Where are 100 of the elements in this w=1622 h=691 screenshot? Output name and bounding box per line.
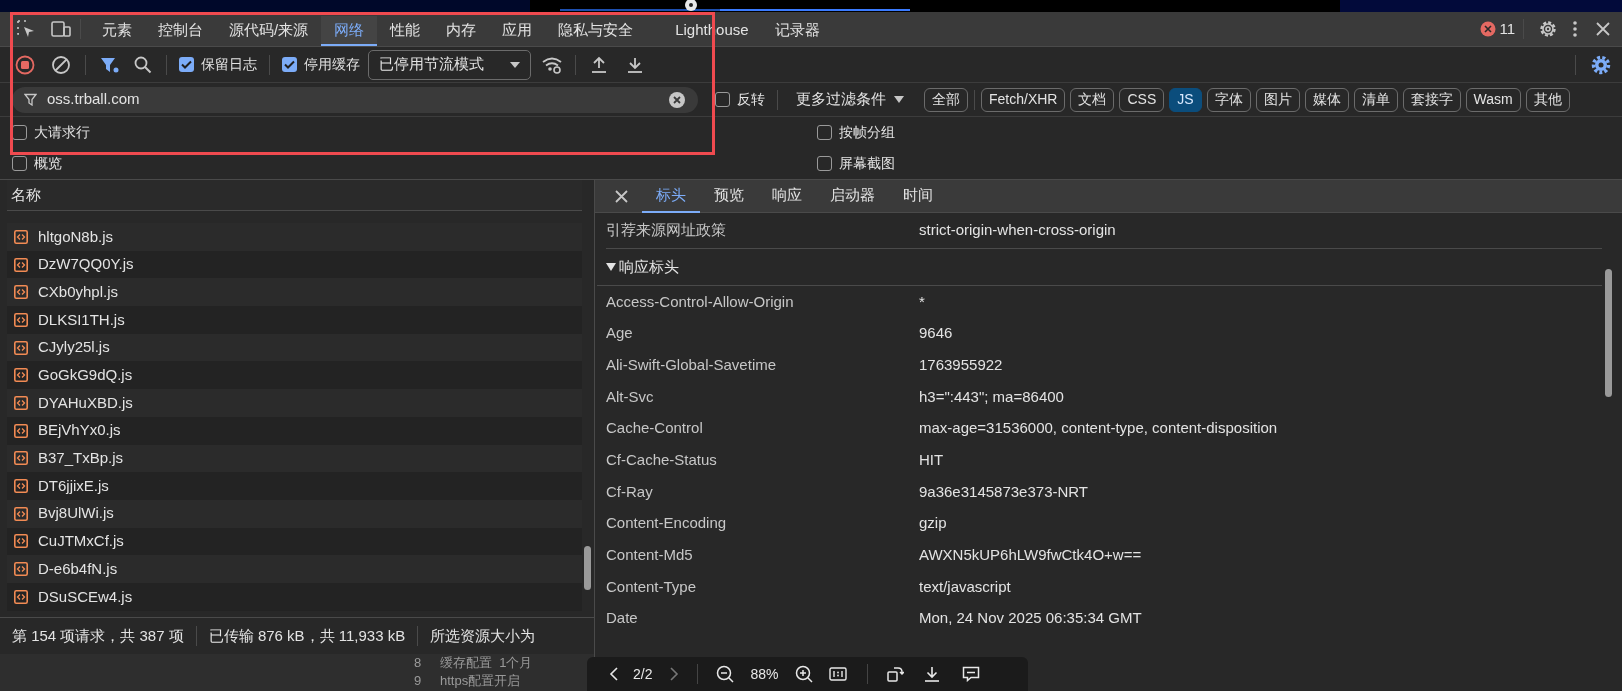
tab[interactable]: 隐私与安全 [545, 16, 647, 46]
code-line: https配置开启 [440, 672, 521, 691]
script-file-icon [14, 506, 28, 521]
script-file-icon [14, 423, 28, 438]
checkbox[interactable]: 屏幕截图 [817, 153, 895, 174]
filter-field[interactable]: oss.trball.com [12, 86, 698, 113]
code-line: 缓存配置 1个月 [440, 654, 533, 673]
scrollbar-thumb[interactable] [584, 546, 591, 590]
request-row[interactable]: DLKSI1TH.js [7, 306, 582, 334]
checkbox[interactable]: 保留日志 [179, 54, 257, 75]
tab[interactable]: 源代码/来源 [216, 16, 322, 46]
settings-icon[interactable] [1538, 19, 1558, 39]
request-row[interactable]: GoGkG9dQ.js [7, 361, 582, 390]
tab[interactable]: 应用 [489, 16, 546, 46]
filter-chip[interactable]: JS [1169, 87, 1202, 112]
next-icon[interactable] [670, 667, 680, 681]
settings-icon[interactable] [1590, 53, 1612, 76]
download-icon[interactable] [626, 55, 644, 74]
filter-icon[interactable] [100, 55, 120, 74]
zoom-in-icon[interactable] [794, 665, 813, 683]
close-icon[interactable] [1596, 22, 1610, 36]
page-counter: 2/2 [633, 664, 653, 684]
tab[interactable]: 预览 [700, 179, 758, 213]
zoom-level: 88% [750, 664, 779, 684]
filter-chip[interactable]: 清单 [1353, 87, 1398, 112]
script-file-icon [14, 257, 28, 272]
filter-chip[interactable]: 其他 [1525, 87, 1570, 112]
header-value: AWXN5kUP6hLW9fwCtk4O+w== [919, 545, 1142, 566]
checkbox[interactable]: 按帧分组 [817, 122, 895, 143]
header-name: Content-Md5 [606, 545, 694, 566]
tab[interactable]: 记录器 [761, 16, 833, 46]
checkbox[interactable]: 停用缓存 [282, 54, 360, 75]
more-filters-dropdown[interactable]: 更多过滤条件 [796, 88, 904, 111]
error-count-badge[interactable]: 11 [1480, 17, 1515, 41]
scrollbar-thumb[interactable] [1605, 269, 1612, 397]
column-header[interactable]: 名称 [11, 183, 41, 207]
previous-icon[interactable] [609, 667, 618, 681]
header-value: strict-origin-when-cross-origin [919, 220, 1116, 241]
header-value: h3=":443"; ma=86400 [919, 386, 1064, 407]
tab[interactable]: 元素 [89, 16, 145, 46]
close-icon[interactable] [615, 189, 628, 203]
tab[interactable]: 性能 [377, 16, 434, 46]
status-text: 已传输 876 kB，共 11,933 kB [208, 625, 406, 646]
script-file-icon [14, 534, 28, 549]
expanded-triangle-icon [606, 263, 616, 271]
filter-chip[interactable]: 图片 [1255, 87, 1300, 112]
filter-chip[interactable]: Fetch/XHR [981, 87, 1066, 112]
filter-chip[interactable]: 字体 [1206, 87, 1251, 112]
header-value: 9646 [919, 323, 953, 344]
filter-chip[interactable]: Wasm [1465, 87, 1521, 112]
device-icon[interactable] [50, 19, 72, 39]
network-conditions-icon[interactable] [541, 55, 563, 74]
tab[interactable]: 时间 [889, 179, 947, 213]
more-icon[interactable] [1572, 20, 1578, 38]
script-file-icon [14, 285, 28, 300]
tab[interactable]: 网络 [321, 16, 378, 46]
clear-icon[interactable] [668, 90, 686, 109]
clear-icon[interactable] [51, 54, 71, 75]
header-name: Access-Control-Allow-Origin [606, 291, 795, 312]
header-name: Alt-Svc [606, 386, 655, 407]
line-number: 9 [414, 672, 423, 691]
upload-icon[interactable] [590, 55, 608, 74]
tab[interactable]: 标头 [642, 179, 700, 213]
comment-icon[interactable] [961, 666, 980, 682]
filter-chip[interactable]: 全部 [924, 87, 968, 112]
status-text: 所选资源大小为 [430, 625, 536, 646]
request-row[interactable]: CuJTMxCf.js [7, 527, 582, 556]
section-header[interactable]: 响应标头 [597, 249, 1602, 286]
rotate-icon[interactable] [885, 665, 904, 683]
header-value: text/javascript [919, 576, 1011, 597]
header-name: Age [606, 323, 634, 344]
request-row[interactable]: BEjVhYx0.js [7, 416, 582, 445]
request-row[interactable]: DSuSCEw4.js [7, 582, 582, 611]
script-file-icon [14, 589, 28, 604]
header-name: Content-Type [606, 576, 698, 597]
throttling-dropdown[interactable]: 已停用节流模式 [368, 49, 531, 80]
header-value: Mon, 24 Nov 2025 06:35:34 GMT [919, 608, 1142, 629]
request-row[interactable]: DT6jjixE.js [7, 472, 582, 500]
header-value: 9a36e3145873e373-NRT [919, 481, 1089, 502]
filter-chip[interactable]: 套接字 [1402, 87, 1461, 112]
filter-chip[interactable]: 媒体 [1304, 87, 1349, 112]
tab[interactable]: 启动器 [816, 179, 889, 213]
inspect-icon[interactable] [16, 19, 36, 39]
zoom-out-icon[interactable] [716, 665, 735, 683]
filter-icon [24, 93, 37, 106]
header-name: Content-Encoding [606, 513, 728, 534]
tab[interactable]: 控制台 [145, 16, 216, 46]
filter-chip[interactable]: 文档 [1070, 87, 1115, 112]
search-icon[interactable] [134, 55, 152, 74]
tab[interactable]: 响应 [758, 179, 816, 213]
header-value: gzip [919, 513, 947, 534]
filter-chip[interactable]: CSS [1119, 87, 1165, 112]
checkbox[interactable]: 概览 [12, 153, 62, 174]
stop-recording-icon[interactable] [15, 54, 35, 75]
actual-size-icon[interactable] [828, 667, 847, 681]
request-row[interactable]: DzW7QQ0Y.js [7, 250, 582, 279]
tab[interactable]: 内存 [433, 16, 490, 46]
script-file-icon [14, 451, 28, 466]
status-text: 第 154 项请求，共 387 项 [12, 625, 184, 646]
download-icon[interactable] [923, 666, 940, 682]
